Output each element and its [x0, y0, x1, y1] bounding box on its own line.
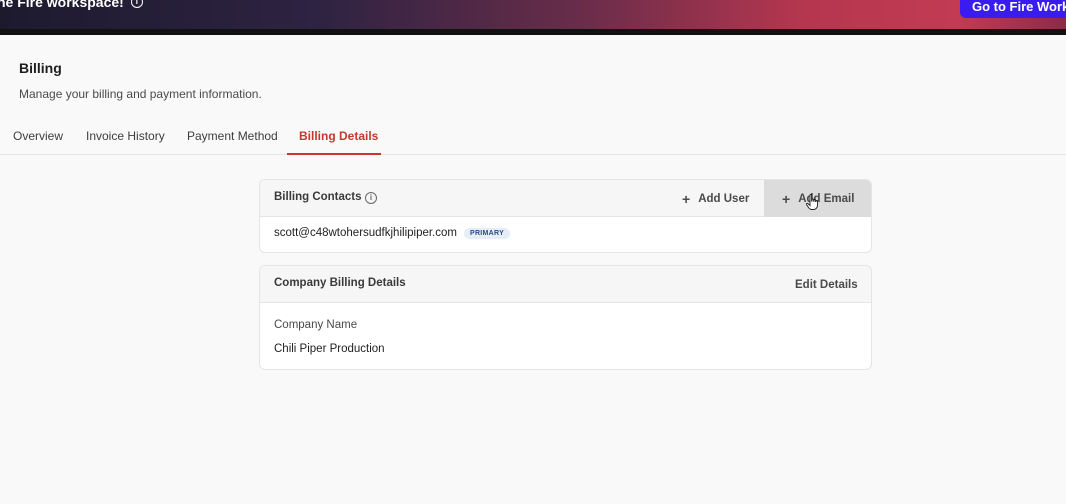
- billing-contacts-card: Billing Contacts i + Add User + Add Emai…: [259, 179, 872, 253]
- tab-billing-details[interactable]: Billing Details: [287, 118, 381, 155]
- go-to-workspace-button[interactable]: Go to Fire Workspa: [960, 0, 1066, 18]
- page-subtitle: Manage your billing and payment informat…: [19, 87, 262, 101]
- plus-icon: +: [782, 190, 791, 207]
- add-user-button[interactable]: + Add User: [682, 180, 749, 217]
- billing-tabs: Overview Invoice History Payment Method …: [0, 118, 1066, 155]
- company-billing-title: Company Billing Details: [274, 277, 406, 289]
- tab-overview[interactable]: Overview: [13, 118, 63, 155]
- contact-email: scott@c48wtohersudfkjhilipiper.com: [274, 227, 457, 239]
- edit-details-button[interactable]: Edit Details: [795, 266, 858, 303]
- billing-contacts-title: Billing Contacts: [274, 191, 362, 203]
- add-user-label: Add User: [698, 192, 750, 205]
- info-icon[interactable]: i: [365, 192, 377, 204]
- plus-icon: +: [682, 190, 691, 207]
- tab-payment-method[interactable]: Payment Method: [187, 118, 278, 155]
- page-title: Billing: [19, 60, 62, 76]
- info-icon[interactable]: i: [130, 0, 143, 8]
- company-name-label: Company Name: [274, 319, 358, 331]
- primary-badge: PRIMARY: [463, 227, 511, 239]
- add-email-button[interactable]: + Add Email: [764, 180, 871, 217]
- banner-text: he Fire workspace!: [0, 0, 124, 10]
- top-banner: he Fire workspace! i Go to Fire Workspa: [0, 0, 1066, 35]
- banner-message: he Fire workspace! i: [0, 0, 143, 10]
- pointer-cursor-icon: [806, 194, 818, 210]
- company-billing-card: Company Billing Details Edit Details Com…: [259, 265, 872, 370]
- contact-row: scott@c48wtohersudfkjhilipiper.com PRIMA…: [274, 227, 511, 239]
- tab-invoice-history[interactable]: Invoice History: [86, 118, 165, 155]
- company-billing-header: Company Billing Details Edit Details: [260, 266, 871, 303]
- billing-contacts-header: Billing Contacts i + Add User + Add Emai…: [260, 180, 871, 217]
- company-name-value: Chili Piper Production: [274, 343, 385, 355]
- banner-divider: [0, 29, 1066, 35]
